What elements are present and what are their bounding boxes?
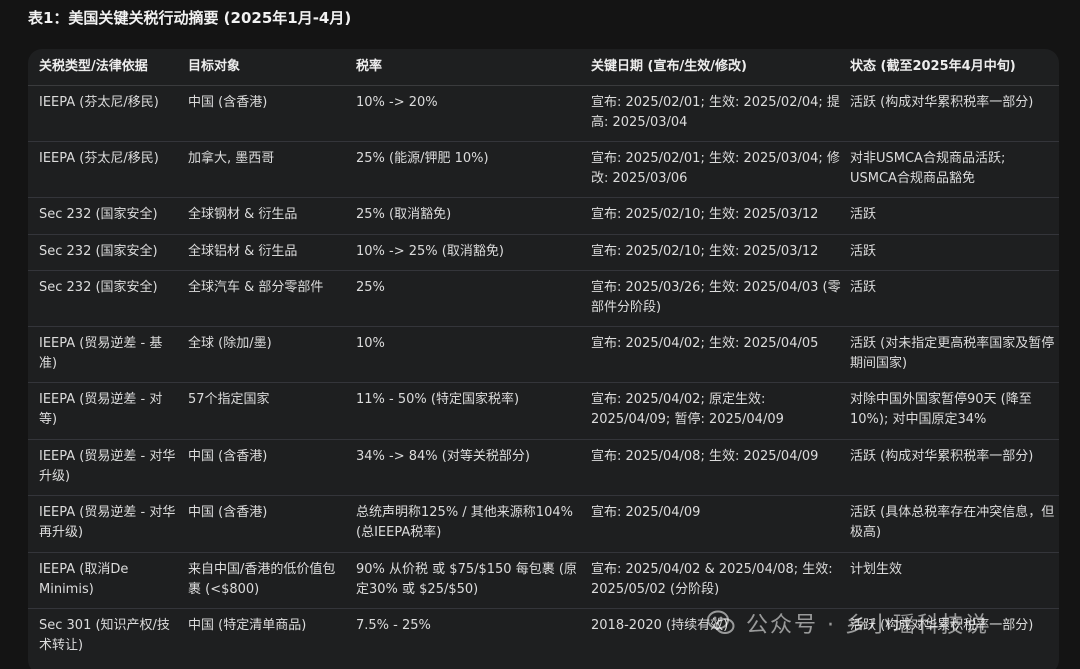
- table-row: Sec 232 (国家安全) 全球铝材 & 衍生品 10% -> 25% (取消…: [28, 235, 1059, 271]
- cell-target: 来自中国/香港的低价值包裹 (<$800): [188, 562, 336, 597]
- cell-key-dates: 2018-2020 (持续有效): [591, 618, 729, 633]
- header-tariff-type: 关税类型/法律依据: [39, 59, 148, 74]
- table-row: IEEPA (芬太尼/移民) 加拿大, 墨西哥 25% (能源/钾肥 10%) …: [28, 142, 1059, 198]
- cell-key-dates: 宣布: 2025/02/10; 生效: 2025/03/12: [591, 244, 819, 259]
- table-row: IEEPA (芬太尼/移民) 中国 (含香港) 10% -> 20% 宣布: 2…: [28, 86, 1059, 142]
- header-key-dates: 关键日期 (宣布/生效/修改): [591, 59, 747, 74]
- cell-rate: 10%: [356, 336, 385, 351]
- cell-status: 活跃: [850, 280, 877, 295]
- table-row: Sec 301 (知识产权/技术转让) 中国 (特定清单商品) 7.5% - 2…: [28, 609, 1059, 665]
- cell-status: 活跃: [850, 244, 877, 259]
- cell-tariff-type: IEEPA (芬太尼/移民): [39, 95, 159, 110]
- cell-tariff-type: IEEPA (贸易逆差 - 对华升级): [39, 449, 176, 484]
- cell-rate: 25% (取消豁免): [356, 207, 452, 222]
- cell-target: 全球铝材 & 衍生品: [188, 244, 298, 259]
- cell-key-dates: 宣布: 2025/03/26; 生效: 2025/04/03 (零部件分阶段): [591, 280, 841, 315]
- header-status: 状态 (截至2025年4月中旬): [850, 59, 1016, 74]
- cell-rate: 7.5% - 25%: [356, 618, 431, 633]
- cell-tariff-type: Sec 232 (国家安全): [39, 280, 158, 295]
- table-row: Sec 232 (国家安全) 全球钢材 & 衍生品 25% (取消豁免) 宣布:…: [28, 198, 1059, 235]
- tariff-table: 关税类型/法律依据 目标对象 税率 关键日期 (宣布/生效/修改) 状态 (截至…: [28, 49, 1059, 669]
- cell-target: 加拿大, 墨西哥: [188, 151, 275, 166]
- cell-target: 57个指定国家: [188, 392, 270, 407]
- cell-target: 中国 (特定清单商品): [188, 618, 307, 633]
- table-row: IEEPA (贸易逆差 - 基准) 全球 (除加/墨) 10% 宣布: 2025…: [28, 327, 1059, 383]
- table-row: IEEPA (取消De Minimis) 来自中国/香港的低价值包裹 (<$80…: [28, 553, 1059, 609]
- cell-rate: 25%: [356, 280, 385, 295]
- table-row: IEEPA (贸易逆差 - 对等) 57个指定国家 11% - 50% (特定国…: [28, 383, 1059, 440]
- table-row: Sec 232 (国家安全) 全球汽车 & 部分零部件 25% 宣布: 2025…: [28, 271, 1059, 327]
- cell-key-dates: 宣布: 2025/04/08; 生效: 2025/04/09: [591, 449, 819, 464]
- cell-tariff-type: IEEPA (取消De Minimis): [39, 562, 129, 597]
- cell-target: 中国 (含香港): [188, 505, 268, 520]
- cell-status: 活跃 (构成对华累积税率一部分): [850, 449, 1034, 464]
- cell-key-dates: 宣布: 2025/04/02 & 2025/04/08; 生效: 2025/05…: [591, 562, 833, 597]
- cell-status: 活跃 (具体总税率存在冲突信息，但极高): [850, 505, 1055, 540]
- cell-status: 对除中国外国家暂停90天 (降至10%); 对中国原定34%: [850, 392, 1032, 427]
- cell-target: 全球 (除加/墨): [188, 336, 272, 351]
- cell-key-dates: 宣布: 2025/02/01; 生效: 2025/03/04; 修改: 2025…: [591, 151, 840, 186]
- cell-status: 活跃 (对未指定更高税率国家及暂停期间国家): [850, 336, 1055, 371]
- cell-rate: 34% -> 84% (对等关税部分): [356, 449, 530, 464]
- cell-key-dates: 宣布: 2025/02/10; 生效: 2025/03/12: [591, 207, 819, 222]
- cell-status: 计划生效: [850, 562, 903, 577]
- cell-tariff-type: IEEPA (芬太尼/移民): [39, 151, 159, 166]
- cell-tariff-type: IEEPA (贸易逆差 - 对华再升级): [39, 505, 176, 540]
- cell-key-dates: 宣布: 2025/04/02; 生效: 2025/04/05: [591, 336, 819, 351]
- cell-key-dates: 宣布: 2025/04/02; 原定生效: 2025/04/09; 暂停: 20…: [591, 392, 784, 427]
- cell-rate: 10% -> 25% (取消豁免): [356, 244, 504, 259]
- cell-tariff-type: IEEPA (贸易逆差 - 对等): [39, 392, 163, 427]
- table-header-row: 关税类型/法律依据 目标对象 税率 关键日期 (宣布/生效/修改) 状态 (截至…: [28, 49, 1059, 86]
- cell-rate: 25% (能源/钾肥 10%): [356, 151, 489, 166]
- table-row: IEEPA (贸易逆差 - 对华再升级) 中国 (含香港) 总统声明称125% …: [28, 496, 1059, 553]
- cell-rate: 90% 从价税 或 $75/$150 每包裹 (原定30% 或 $25/$50): [356, 562, 577, 597]
- table-caption: 表1：美国关键关税行动摘要 (2025年1月-4月): [28, 9, 352, 27]
- cell-key-dates: 宣布: 2025/04/09: [591, 505, 701, 520]
- table-row: IEEPA (贸易逆差 - 对华升级) 中国 (含香港) 34% -> 84% …: [28, 440, 1059, 496]
- cell-tariff-type: IEEPA (贸易逆差 - 基准): [39, 336, 163, 371]
- cell-tariff-type: Sec 232 (国家安全): [39, 244, 158, 259]
- cell-target: 全球钢材 & 衍生品: [188, 207, 298, 222]
- cell-status: 活跃 (构成对华累积税率一部分): [850, 95, 1034, 110]
- cell-target: 中国 (含香港): [188, 95, 268, 110]
- header-target: 目标对象: [188, 59, 241, 74]
- cell-rate: 11% - 50% (特定国家税率): [356, 392, 520, 407]
- cell-rate: 10% -> 20%: [356, 95, 438, 110]
- cell-status: 活跃 (构成对华累积税率一部分): [850, 618, 1034, 633]
- cell-target: 中国 (含香港): [188, 449, 268, 464]
- cell-status: 活跃: [850, 207, 877, 222]
- header-rate: 税率: [356, 59, 383, 74]
- cell-tariff-type: Sec 232 (国家安全): [39, 207, 158, 222]
- cell-rate: 总统声明称125% / 其他来源称104% (总IEEPA税率): [356, 505, 573, 540]
- cell-target: 全球汽车 & 部分零部件: [188, 280, 324, 295]
- cell-status: 对非USMCA合规商品活跃; USMCA合规商品豁免: [850, 151, 1006, 186]
- cell-tariff-type: Sec 301 (知识产权/技术转让): [39, 618, 170, 653]
- cell-key-dates: 宣布: 2025/02/01; 生效: 2025/02/04; 提高: 2025…: [591, 95, 840, 130]
